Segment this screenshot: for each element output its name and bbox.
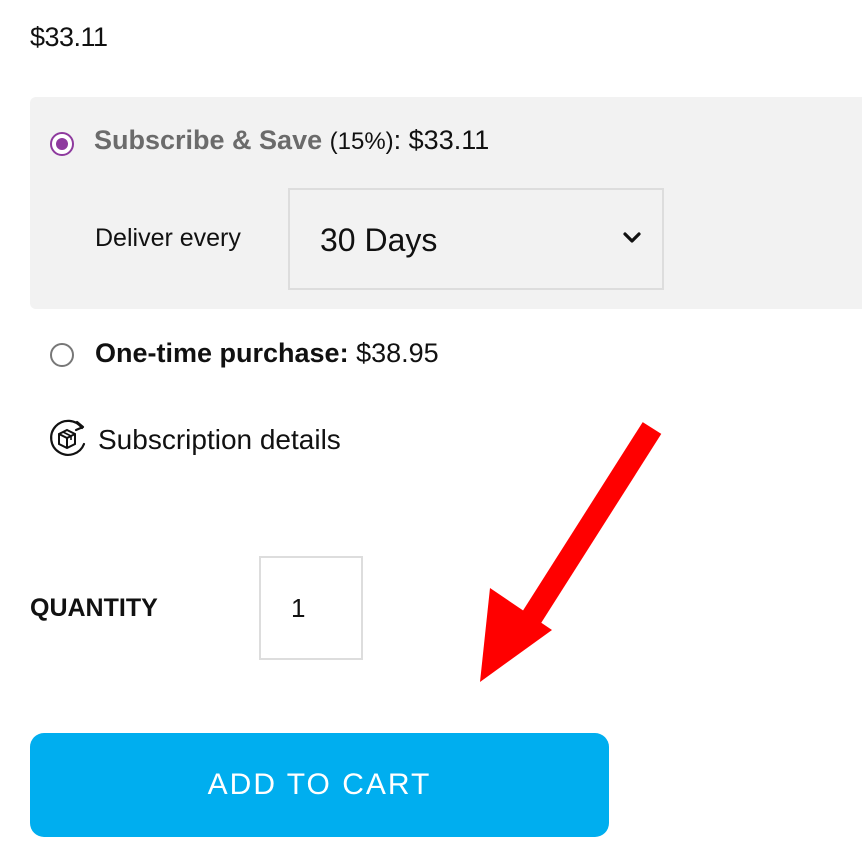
subscribe-title: Subscribe & Save xyxy=(94,125,323,155)
add-to-cart-button[interactable]: ADD TO CART xyxy=(30,733,609,837)
subscribe-label[interactable]: Subscribe & Save (15%): $33.11 xyxy=(94,125,489,156)
frequency-select[interactable]: 30 Days xyxy=(288,188,664,290)
subscribe-discount: (15%) xyxy=(329,128,394,155)
subscribe-price: : $33.11 xyxy=(393,125,490,155)
subscription-details-label: Subscription details xyxy=(98,424,341,455)
quantity-input[interactable]: 1 xyxy=(259,556,363,660)
product-price: $33.11 xyxy=(30,22,108,52)
frequency-value: 30 Days xyxy=(320,222,438,258)
subscribe-radio[interactable] xyxy=(50,132,74,156)
chevron-down-icon xyxy=(623,232,641,243)
subscription-box-icon xyxy=(50,419,86,456)
product-purchase-panel: $33.11 Subscribe & Save (15%): $33.11 De… xyxy=(0,0,862,860)
quantity-label: QUANTITY xyxy=(30,594,158,622)
one-time-label[interactable]: One-time purchase: $38.95 xyxy=(95,338,439,369)
subscribe-option-panel[interactable]: Subscribe & Save (15%): $33.11 Deliver e… xyxy=(30,97,862,309)
one-time-radio[interactable] xyxy=(50,343,74,367)
deliver-every-label: Deliver every xyxy=(95,224,241,252)
one-time-price: $38.95 xyxy=(356,338,439,368)
red-arrow-icon xyxy=(480,422,662,682)
one-time-title: One-time purchase: xyxy=(95,338,349,368)
subscription-details-link[interactable]: Subscription details xyxy=(46,418,341,462)
